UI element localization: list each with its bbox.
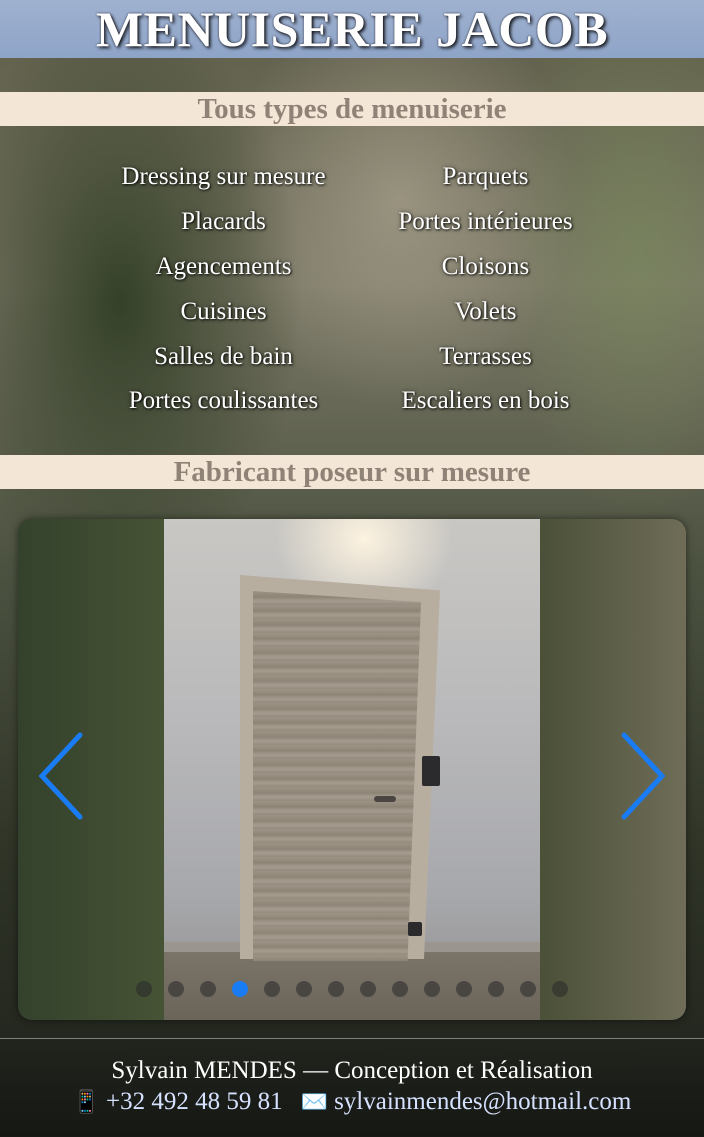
carousel-dot[interactable] bbox=[136, 981, 152, 997]
carousel-dot[interactable] bbox=[424, 981, 440, 997]
phone-link[interactable]: 📱 +32 492 48 59 81 bbox=[73, 1088, 283, 1116]
wall-switch bbox=[422, 756, 440, 786]
mail-icon: ✉️ bbox=[300, 1089, 329, 1114]
service-item: Portes intérieures bbox=[398, 208, 573, 236]
email-link[interactable]: ✉️ sylvainmendes@hotmail.com bbox=[301, 1088, 632, 1116]
section-heading-band: Fabricant poseur sur mesure bbox=[0, 455, 704, 489]
image-carousel[interactable] bbox=[18, 519, 686, 1020]
phone-number: +32 492 48 59 81 bbox=[106, 1088, 283, 1115]
services-row: Dressing sur mesure Parquets bbox=[0, 155, 704, 200]
service-item: Salles de bain bbox=[154, 342, 293, 370]
carousel-dot[interactable] bbox=[520, 981, 536, 997]
service-item: Escaliers en bois bbox=[401, 387, 570, 415]
footer-credit: Sylvain MENDES — Conception et Réalisati… bbox=[111, 1057, 593, 1084]
chevron-right-icon bbox=[621, 732, 666, 820]
wall-socket bbox=[408, 922, 422, 936]
carousel-pagination bbox=[18, 981, 686, 997]
footer-contact: 📱 +32 492 48 59 81 ✉️ sylvainmendes@hotmai… bbox=[0, 1088, 704, 1116]
carousel-dot[interactable] bbox=[264, 981, 280, 997]
chevron-left-icon bbox=[38, 732, 83, 820]
service-item: Volets bbox=[454, 297, 517, 325]
carousel-dot[interactable] bbox=[168, 981, 184, 997]
carousel-dot[interactable] bbox=[296, 981, 312, 997]
service-item: Cloisons bbox=[441, 252, 530, 280]
service-item: Terrasses bbox=[439, 342, 532, 370]
service-item: Placards bbox=[181, 208, 266, 236]
services-row: Salles de bain Terrasses bbox=[0, 334, 704, 379]
email-address: sylvainmendes@hotmail.com bbox=[334, 1088, 632, 1115]
services-row: Placards Portes intérieures bbox=[0, 200, 704, 245]
site-header: MENUISERIE JACOB bbox=[0, 0, 704, 58]
services-row: Agencements Cloisons bbox=[0, 245, 704, 290]
services-row: Portes coulissantes Escaliers en bois bbox=[0, 379, 704, 424]
phone-icon: 📱 bbox=[72, 1089, 101, 1114]
section-heading: Tous types de menuiserie bbox=[197, 92, 507, 125]
carousel-prev-button[interactable] bbox=[36, 731, 86, 821]
service-item: Dressing sur mesure bbox=[121, 163, 326, 191]
site-footer: Sylvain MENDES — Conception et Réalisati… bbox=[0, 1038, 704, 1137]
services-list: Dressing sur mesure Parquets Placards Po… bbox=[0, 155, 704, 424]
carousel-next-button[interactable] bbox=[618, 731, 668, 821]
carousel-dot[interactable] bbox=[552, 981, 568, 997]
wooden-door bbox=[253, 591, 421, 961]
carousel-dot[interactable] bbox=[360, 981, 376, 997]
carousel-dot[interactable] bbox=[488, 981, 504, 997]
service-item: Parquets bbox=[442, 163, 529, 191]
service-item: Agencements bbox=[155, 252, 292, 280]
carousel-dot[interactable] bbox=[232, 981, 248, 997]
section-heading-band: Tous types de menuiserie bbox=[0, 92, 704, 126]
carousel-dot[interactable] bbox=[200, 981, 216, 997]
carousel-dot[interactable] bbox=[392, 981, 408, 997]
carousel-dot[interactable] bbox=[328, 981, 344, 997]
services-row: Cuisines Volets bbox=[0, 289, 704, 334]
site-title: MENUISERIE JACOB bbox=[95, 1, 609, 57]
door-handle bbox=[374, 796, 396, 802]
section-heading: Fabricant poseur sur mesure bbox=[173, 455, 531, 488]
service-item: Portes coulissantes bbox=[128, 387, 319, 415]
carousel-dot[interactable] bbox=[456, 981, 472, 997]
service-item: Cuisines bbox=[180, 297, 267, 325]
carousel-slide-photo bbox=[164, 519, 540, 1020]
